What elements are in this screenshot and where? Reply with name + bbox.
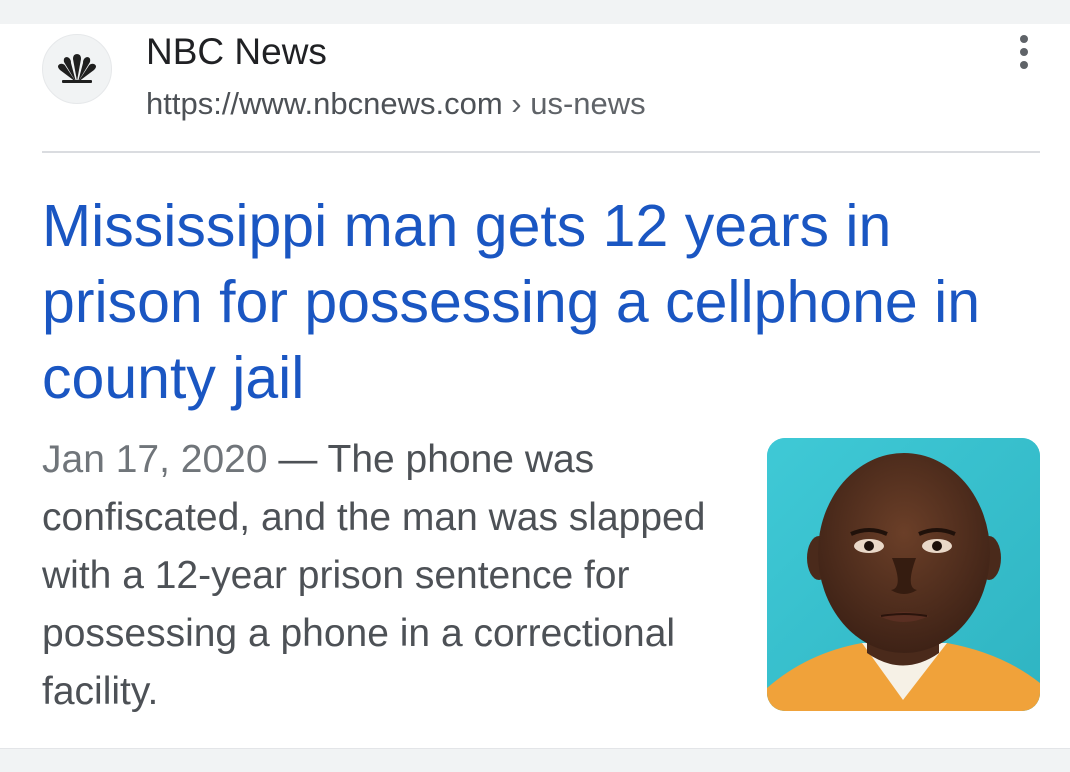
more-dot [1020, 61, 1028, 69]
result-title-link[interactable]: Mississippi man gets 12 years in prison … [42, 188, 1052, 416]
bottom-edge [0, 748, 1070, 772]
url-domain: https://www.nbcnews.com [146, 86, 503, 121]
result-thumbnail[interactable] [767, 438, 1040, 711]
site-url[interactable]: https://www.nbcnews.com › us-news [146, 86, 646, 122]
snippet-date: Jan 17, 2020 [42, 438, 268, 481]
header-divider [42, 151, 1040, 153]
result-snippet: Jan 17, 2020 — The phone was confiscated… [42, 431, 742, 721]
nbc-peacock-glyph [58, 54, 96, 83]
url-path: us-news [530, 86, 646, 121]
nbc-peacock-icon[interactable] [42, 34, 112, 104]
more-vert-icon[interactable] [1004, 32, 1044, 72]
snippet-dash: — [267, 438, 328, 481]
mugshot-photo [767, 438, 1040, 711]
site-name[interactable]: NBC News [146, 32, 327, 72]
more-dot [1020, 48, 1028, 56]
more-dot [1020, 35, 1028, 43]
top-edge [0, 0, 1070, 24]
url-separator: › [511, 86, 522, 121]
